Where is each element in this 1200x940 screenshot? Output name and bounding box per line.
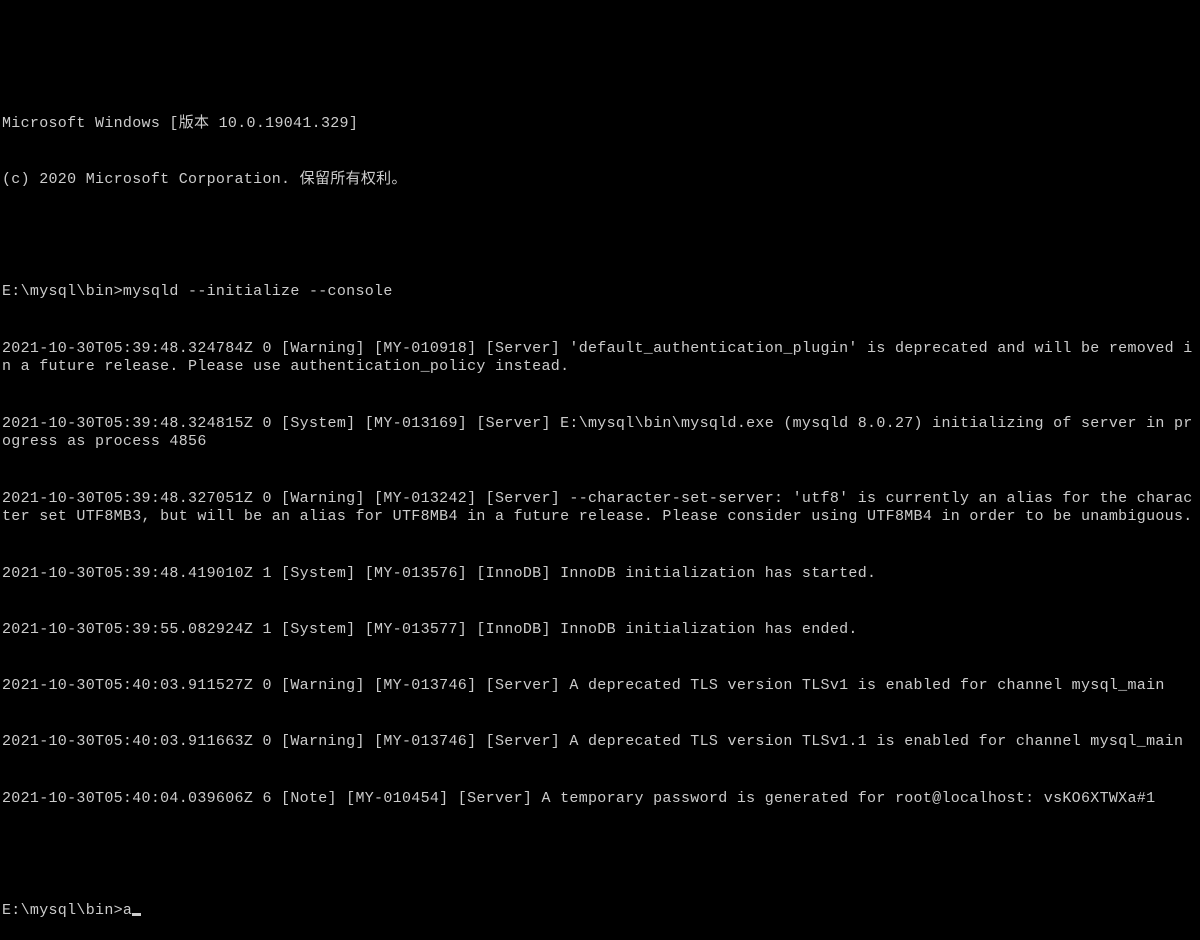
output-line: 2021-10-30T05:39:48.324815Z 0 [System] [… bbox=[2, 415, 1198, 453]
command-line-1: E:\mysql\bin>mysqld --initialize --conso… bbox=[2, 283, 1198, 302]
output-line: 2021-10-30T05:39:48.327051Z 0 [Warning] … bbox=[2, 490, 1198, 528]
prompt-text: E:\mysql\bin> bbox=[2, 902, 123, 919]
terminal-window[interactable]: Microsoft Windows [版本 10.0.19041.329] (c… bbox=[2, 77, 1198, 673]
output-line: 2021-10-30T05:39:48.324784Z 0 [Warning] … bbox=[2, 340, 1198, 378]
output-line: 2021-10-30T05:39:48.419010Z 1 [System] [… bbox=[2, 565, 1198, 584]
blank-line bbox=[2, 227, 1198, 246]
copyright-line: (c) 2020 Microsoft Corporation. 保留所有权利。 bbox=[2, 171, 1198, 190]
prompt-text: E:\mysql\bin> bbox=[2, 283, 123, 300]
output-line: 2021-10-30T05:40:03.911663Z 0 [Warning] … bbox=[2, 733, 1198, 752]
cursor-icon bbox=[132, 913, 141, 916]
typed-input[interactable]: a bbox=[123, 902, 132, 919]
output-line: 2021-10-30T05:40:04.039606Z 6 [Note] [MY… bbox=[2, 790, 1198, 809]
blank-line bbox=[2, 846, 1198, 865]
current-prompt-line[interactable]: E:\mysql\bin>a bbox=[2, 902, 1198, 921]
output-line: 2021-10-30T05:39:55.082924Z 1 [System] [… bbox=[2, 621, 1198, 640]
command-text: mysqld --initialize --console bbox=[123, 283, 393, 300]
os-version-line: Microsoft Windows [版本 10.0.19041.329] bbox=[2, 115, 1198, 134]
output-line: 2021-10-30T05:40:03.911527Z 0 [Warning] … bbox=[2, 677, 1198, 696]
